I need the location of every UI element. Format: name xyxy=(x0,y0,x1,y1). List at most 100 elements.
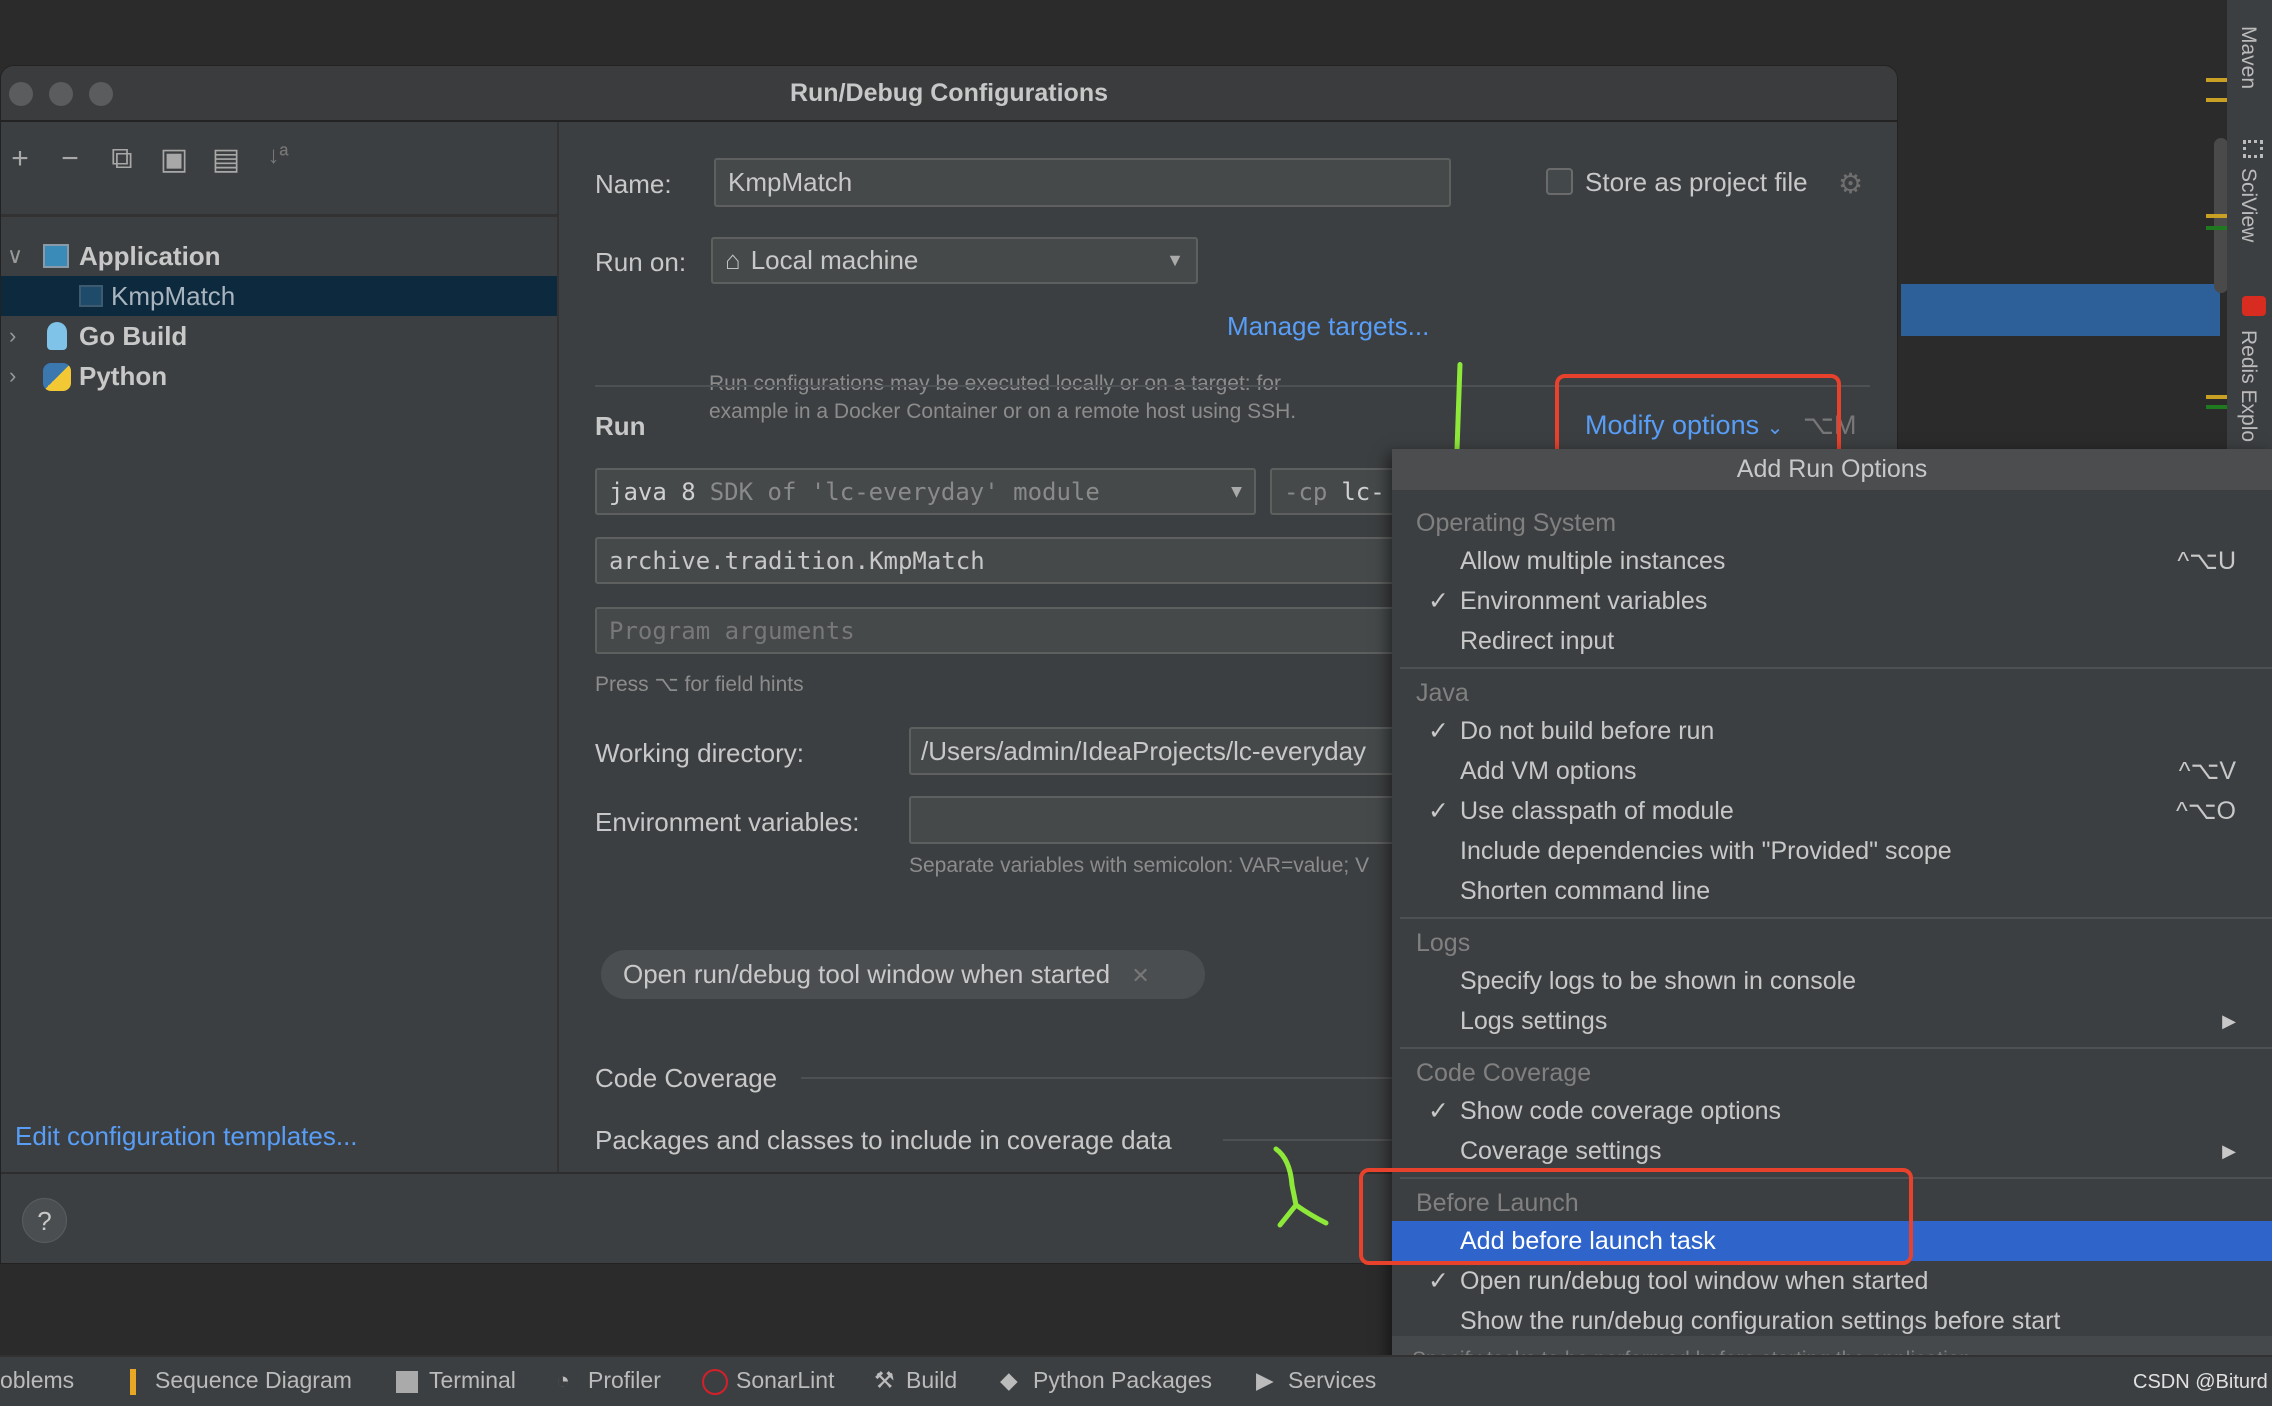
menu-item-label: Do not build before run xyxy=(1460,717,1715,745)
python-packages-icon: ◆ xyxy=(1000,1367,1018,1393)
menu-separator xyxy=(1400,667,2272,669)
edit-configuration-templates-link[interactable]: Edit configuration templates... xyxy=(15,1121,358,1152)
menu-item-label: Allow multiple instances xyxy=(1460,547,1726,575)
run-on-dropdown[interactable]: ⌂ Local machine ▼ xyxy=(711,237,1198,284)
manage-targets-link[interactable]: Manage targets... xyxy=(1227,311,1429,342)
chevron-right-icon[interactable]: › xyxy=(9,356,16,396)
tool-services[interactable]: Services xyxy=(1288,1367,1376,1394)
dialog-title: Run/Debug Configurations xyxy=(789,79,1109,107)
tool-sonarlint[interactable]: SonarLint xyxy=(736,1367,834,1394)
add-config-icon[interactable]: + xyxy=(3,142,37,176)
sonarlint-icon xyxy=(702,1369,728,1395)
cp-value: lc- xyxy=(1341,477,1385,506)
sequence-diagram-icon xyxy=(130,1369,136,1395)
tree-item-kmpmatch[interactable]: KmpMatch xyxy=(1,276,557,316)
menu-item[interactable]: Allow multiple instances ^⌥U xyxy=(1392,541,2272,581)
menu-item[interactable]: ✓ Do not build before run xyxy=(1392,711,2272,751)
tool-sciview[interactable]: SciView xyxy=(2236,168,2260,242)
menu-item-label: Open run/debug tool window when started xyxy=(1460,1267,1929,1295)
menu-category: Code Coverage xyxy=(1392,1055,2272,1091)
application-icon xyxy=(79,285,103,307)
tool-terminal[interactable]: Terminal xyxy=(429,1367,516,1394)
run-on-value: Local machine xyxy=(750,245,919,275)
menu-separator xyxy=(1400,1047,2272,1049)
menu-item[interactable]: Show the run/debug configuration setting… xyxy=(1392,1301,2272,1341)
menu-item-shortcut: ^⌥V xyxy=(2178,757,2236,785)
menu-item[interactable]: Shorten command line xyxy=(1392,871,2272,911)
program-arguments-input[interactable]: Program arguments xyxy=(595,607,1495,654)
menu-item[interactable]: Specify logs to be shown in console xyxy=(1392,961,2272,1001)
tree-item-application[interactable]: ∨ Application xyxy=(1,236,557,276)
jre-main: java 8 xyxy=(609,477,696,506)
menu-item[interactable]: ✓ Use classpath of module ^⌥O xyxy=(1392,791,2272,831)
program-arguments-placeholder: Program arguments xyxy=(609,616,855,645)
check-icon: ✓ xyxy=(1428,1097,1449,1125)
python-icon xyxy=(43,363,71,391)
env-hint: Separate variables with semicolon: VAR=v… xyxy=(909,854,1370,877)
menu-item-label: Include dependencies with "Provided" sco… xyxy=(1460,837,1952,865)
before-launch-chip[interactable]: Open run/debug tool window when started … xyxy=(601,950,1205,999)
tree-item-python[interactable]: › Python xyxy=(1,356,557,396)
field-hint: Press ⌥ for field hints xyxy=(595,673,804,696)
tree-item-label: KmpMatch xyxy=(111,281,236,311)
menu-item[interactable]: Logs settings ▶ xyxy=(1392,1001,2272,1041)
menu-item-shortcut: ^⌥U xyxy=(2177,547,2236,575)
environment-variables-label: Environment variables: xyxy=(595,807,860,837)
menu-item[interactable]: Add VM options ^⌥V xyxy=(1392,751,2272,791)
code-coverage-section: Code Coverage xyxy=(595,1063,778,1093)
profiler-icon: ◔ xyxy=(556,1367,570,1393)
tool-profiler[interactable]: Profiler xyxy=(588,1367,661,1394)
menu-item-label: Show the run/debug configuration setting… xyxy=(1460,1307,2061,1335)
hint-line: Run configurations may be executed local… xyxy=(709,372,1281,395)
tool-redis-explorer[interactable]: Redis Explo xyxy=(2236,330,2260,442)
main-class-input[interactable]: archive.tradition.KmpMatch xyxy=(595,537,1495,584)
name-label: Name: xyxy=(595,169,672,199)
annotation-red-box-before-launch xyxy=(1359,1168,1913,1265)
gear-icon[interactable]: ⚙ xyxy=(1838,167,1863,200)
tool-maven[interactable]: Maven xyxy=(2236,26,2260,89)
tree-item-go-build[interactable]: › Go Build xyxy=(1,316,557,356)
check-icon: ✓ xyxy=(1428,717,1449,745)
menu-item-label: Redirect input xyxy=(1460,627,1615,655)
menu-item[interactable]: Include dependencies with "Provided" sco… xyxy=(1392,831,2272,871)
save-config-icon[interactable]: ▣ xyxy=(157,142,191,177)
chevron-right-icon[interactable]: › xyxy=(9,316,16,356)
submenu-arrow-icon: ▶ xyxy=(2222,1141,2236,1161)
menu-item-shortcut: ^⌥O xyxy=(2176,797,2236,825)
config-tree-pane: + − ⧉ ▣ ▤ ↓ª ∨ Application KmpMatch › Go… xyxy=(1,122,559,1172)
editor-selected-line xyxy=(1901,284,2220,336)
tool-window-bar: oblems Sequence Diagram Terminal ◔ Profi… xyxy=(0,1355,2272,1406)
store-as-project-file-checkbox[interactable] xyxy=(1546,168,1573,195)
jre-dropdown[interactable]: java 8 SDK of 'lc-everyday' module ▼ xyxy=(595,468,1256,515)
tool-python-packages[interactable]: Python Packages xyxy=(1033,1367,1212,1394)
new-folder-icon[interactable]: ▤ xyxy=(209,142,243,177)
hint-line: example in a Docker Container or on a re… xyxy=(709,400,1297,423)
copy-config-icon[interactable]: ⧉ xyxy=(105,142,139,176)
remove-config-icon[interactable]: − xyxy=(53,142,87,176)
menu-category-label: Logs xyxy=(1416,929,1471,957)
popup-title: Add Run Options xyxy=(1392,449,2272,490)
menu-item-label: Logs settings xyxy=(1460,1007,1608,1035)
tree-item-label: Application xyxy=(79,241,221,271)
tree-item-label: Go Build xyxy=(79,321,188,351)
sort-icon[interactable]: ↓ª xyxy=(261,142,295,170)
tool-sequence-diagram[interactable]: Sequence Diagram xyxy=(155,1367,352,1394)
tool-build[interactable]: Build xyxy=(906,1367,957,1394)
check-icon: ✓ xyxy=(1428,797,1449,825)
chevron-down-icon: ▼ xyxy=(1166,250,1184,270)
close-icon[interactable]: ✕ xyxy=(1131,963,1149,988)
menu-item[interactable]: ✓ Environment variables xyxy=(1392,581,2272,621)
menu-item[interactable]: ✓ Open run/debug tool window when started xyxy=(1392,1261,2272,1301)
tool-problems[interactable]: oblems xyxy=(0,1367,74,1394)
name-input[interactable]: KmpMatch xyxy=(714,158,1451,207)
menu-item[interactable]: ✓ Show code coverage options xyxy=(1392,1091,2272,1131)
help-button[interactable]: ? xyxy=(22,1198,67,1243)
check-icon: ✓ xyxy=(1428,587,1449,615)
divider xyxy=(1,214,557,217)
menu-item[interactable]: Redirect input xyxy=(1392,621,2272,661)
packages-section: Packages and classes to include in cover… xyxy=(595,1125,1172,1155)
gopher-icon xyxy=(47,322,67,350)
menu-item[interactable]: Coverage settings ▶ xyxy=(1392,1131,2272,1171)
chevron-down-icon[interactable]: ∨ xyxy=(7,236,23,276)
divider xyxy=(801,1077,1401,1079)
